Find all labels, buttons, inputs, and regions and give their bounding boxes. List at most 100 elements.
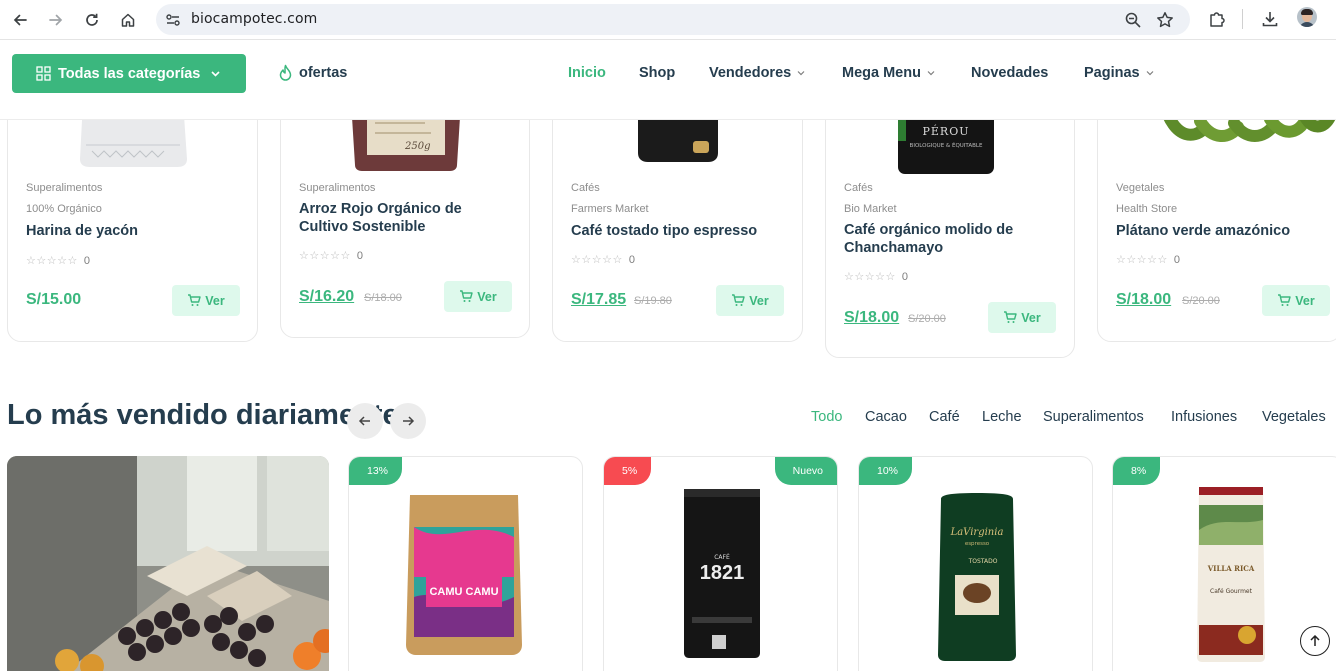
back-button[interactable]: [7, 7, 33, 33]
cart-icon: [188, 294, 201, 306]
nav-label: Mega Menu: [842, 65, 921, 81]
product-card[interactable]: Superalimentos 100% Orgánico Harina de y…: [7, 100, 258, 342]
product-vendor: 100% Orgánico: [26, 203, 102, 215]
downloads-button[interactable]: [1259, 8, 1281, 30]
product-card[interactable]: Cafés Farmers Market Café tostado tipo e…: [552, 100, 803, 342]
view-product-button[interactable]: Ver: [1262, 285, 1330, 316]
nav-label: Paginas: [1084, 65, 1140, 81]
site-header: Todas las categorías ofertas Inicio Shop…: [0, 41, 1336, 120]
bag-top-text: CAFÉ: [714, 553, 730, 561]
forward-button[interactable]: [43, 7, 69, 33]
nav-shop[interactable]: Shop: [639, 65, 675, 81]
star-rating-icon: ☆☆☆☆☆: [299, 249, 351, 262]
view-product-button[interactable]: Ver: [988, 302, 1056, 333]
zoom-icon[interactable]: [1124, 11, 1142, 29]
product-image[interactable]: LaVirginia espresso TOSTADO: [937, 493, 1017, 661]
product-name[interactable]: Plátano verde amazónico: [1116, 222, 1326, 240]
market-photo: [7, 456, 329, 671]
chevron-down-icon: [1146, 71, 1154, 76]
nav-vendedores[interactable]: Vendedores: [709, 65, 805, 81]
home-button[interactable]: [115, 7, 141, 33]
view-label: Ver: [1295, 293, 1315, 308]
product-image[interactable]: CAFÉ 1821: [682, 487, 762, 659]
nav-label: Shop: [639, 65, 676, 81]
product-category: Cafés: [571, 182, 600, 194]
product-card[interactable]: PÉROU BIOLOGIQUE & ÉQUITABLE Cafés Bio M…: [825, 100, 1075, 358]
carousel-prev-button[interactable]: [347, 403, 383, 439]
cart-icon: [1004, 311, 1017, 323]
product-name[interactable]: Harina de yacón: [26, 222, 236, 240]
address-bar[interactable]: biocampotec.com: [156, 4, 1190, 35]
view-product-button[interactable]: Ver: [716, 285, 784, 316]
bestseller-card[interactable]: 10% LaVirginia espresso TOSTADO: [858, 456, 1093, 671]
bag-brand-text: 1821: [700, 562, 745, 584]
rating-count: 0: [1173, 253, 1180, 266]
tab-todo[interactable]: Todo: [811, 409, 842, 425]
tab-superalimentos[interactable]: Superalimentos: [1043, 409, 1144, 425]
scroll-to-top-button[interactable]: [1300, 626, 1330, 656]
nav-inicio[interactable]: Inicio: [568, 65, 606, 81]
nav-label: Inicio: [568, 65, 606, 81]
bestseller-card[interactable]: 13% CAMU CAMU: [348, 456, 583, 671]
profile-avatar[interactable]: [1297, 7, 1317, 27]
discount-badge: 10%: [859, 457, 913, 485]
product-price: S/17.85: [571, 291, 627, 308]
product-image[interactable]: VILLA RICA Café Gourmet: [1195, 485, 1267, 663]
offers-label: ofertas: [299, 65, 348, 81]
bag-brand-text: VILLA RICA: [1207, 564, 1255, 573]
reload-button[interactable]: [79, 7, 105, 33]
view-product-button[interactable]: Ver: [172, 285, 240, 316]
url-text: biocampotec.com: [191, 11, 318, 27]
product-category: Superalimentos: [299, 182, 376, 194]
star-rating-icon: ☆☆☆☆☆: [1116, 253, 1168, 266]
product-rating: ☆☆☆☆☆ 0: [1116, 253, 1180, 266]
section-title: Lo más vendido diariamente: [7, 399, 399, 431]
promo-banner-image[interactable]: [7, 456, 329, 671]
product-vendor: Farmers Market: [571, 203, 649, 215]
product-name[interactable]: Arroz Rojo Orgánico de Cultivo Sostenibl…: [299, 200, 509, 236]
nav-paginas[interactable]: Paginas: [1084, 65, 1154, 81]
tab-leche[interactable]: Leche: [982, 409, 1022, 425]
tab-vegetales[interactable]: Vegetales: [1262, 409, 1326, 425]
extensions-button[interactable]: [1206, 8, 1228, 30]
bookmark-star-icon[interactable]: [1156, 11, 1174, 29]
product-image[interactable]: CAMU CAMU: [404, 487, 524, 657]
chevron-down-icon: [797, 71, 805, 76]
star-rating-icon: ☆☆☆☆☆: [571, 253, 623, 266]
product-name[interactable]: Café tostado tipo espresso: [571, 222, 781, 240]
product-vendor: Bio Market: [844, 203, 897, 215]
nav-novedades[interactable]: Novedades: [971, 65, 1048, 81]
flame-icon: [279, 64, 292, 81]
tab-cafe[interactable]: Café: [929, 409, 960, 425]
cart-icon: [1278, 294, 1291, 306]
reload-icon: [86, 13, 98, 26]
cart-icon: [460, 290, 473, 302]
nav-mega-menu[interactable]: Mega Menu: [842, 65, 935, 81]
product-old-price: S/19.80: [634, 295, 672, 307]
puzzle-icon: [1210, 12, 1225, 27]
view-label: Ver: [205, 293, 225, 308]
product-rating: ☆☆☆☆☆ 0: [26, 254, 90, 267]
product-price: S/18.00: [844, 309, 900, 326]
bag-subtitle-text: BIOLOGIQUE & ÉQUITABLE: [910, 141, 983, 149]
tab-cacao[interactable]: Cacao: [865, 409, 907, 425]
carousel-next-button[interactable]: [390, 403, 426, 439]
product-category: Cafés: [844, 182, 873, 194]
product-old-price: S/18.00: [364, 292, 402, 304]
offers-link[interactable]: ofertas: [277, 64, 347, 82]
product-name[interactable]: Café orgánico molido de Chanchamayo: [844, 221, 1054, 257]
site-info-icon[interactable]: [165, 12, 181, 28]
tab-infusiones[interactable]: Infusiones: [1171, 409, 1237, 425]
discount-badge: 13%: [349, 457, 403, 485]
bag-sub-text: Café Gourmet: [1210, 588, 1253, 595]
nav-label: Novedades: [971, 65, 1049, 81]
all-categories-button[interactable]: Todas las categorías: [12, 54, 246, 93]
view-product-button[interactable]: Ver: [444, 281, 512, 312]
product-card[interactable]: 250g Superalimentos Arroz Rojo Orgánico …: [280, 100, 530, 338]
product-card[interactable]: Vegetales Health Store Plátano verde ama…: [1097, 100, 1336, 342]
bag-weight-text: 250g: [404, 141, 431, 152]
chevron-down-icon: [927, 71, 935, 76]
bestseller-card[interactable]: 5% Nuevo CAFÉ 1821: [603, 456, 838, 671]
toolbar-divider: [1242, 9, 1243, 29]
chevron-down-icon: [211, 71, 220, 77]
